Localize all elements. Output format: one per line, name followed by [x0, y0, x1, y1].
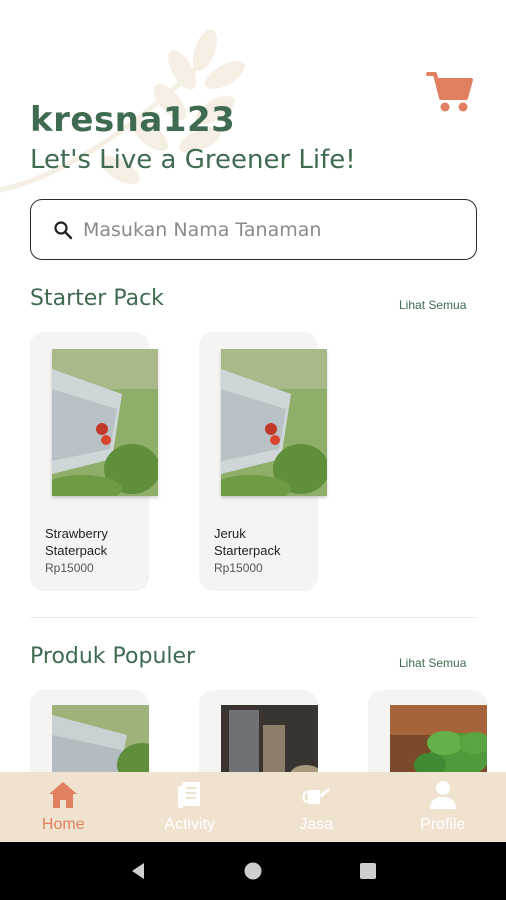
search-icon — [54, 220, 73, 239]
nav-label-profile: Profile — [420, 816, 466, 833]
product-image — [52, 349, 158, 496]
back-triangle-icon — [131, 863, 144, 879]
recents-square-icon — [360, 863, 377, 879]
starter-pack-title: Starter Pack — [30, 286, 164, 311]
popular-title: Produk Populer — [30, 644, 196, 669]
product-name: Strawberry Staterpack — [45, 526, 108, 558]
system-recents-button[interactable] — [354, 857, 382, 885]
product-price: Rp15000 — [45, 561, 94, 575]
cart-icon — [426, 72, 473, 112]
nav-item-jasa[interactable]: Jasa — [253, 772, 380, 842]
nav-label-home: Home — [41, 816, 85, 833]
tagline: Let's Live a Greener Life! — [30, 145, 356, 175]
search-input[interactable] — [83, 218, 443, 241]
home-circle-icon — [244, 862, 262, 880]
home-icon — [49, 782, 78, 808]
nav-label-jasa: Jasa — [299, 816, 334, 833]
document-icon — [177, 782, 200, 808]
starter-pack-see-all-link[interactable]: Lihat Semua — [399, 298, 466, 312]
username: kresna123 — [30, 100, 236, 140]
system-home-button[interactable] — [239, 857, 267, 885]
bottom-navigation: Home Activity Jasa Profile — [0, 772, 506, 842]
product-image — [221, 349, 327, 496]
product-card[interactable]: Strawberry Staterpack Rp15000 — [30, 332, 158, 591]
person-icon — [429, 781, 456, 809]
product-name: Jeruk Starterpack — [214, 526, 281, 558]
popular-see-all-link[interactable]: Lihat Semua — [399, 656, 466, 670]
nav-label-activity: Activity — [164, 816, 216, 833]
nav-item-activity[interactable]: Activity — [127, 772, 254, 842]
search-bar[interactable] — [30, 199, 477, 260]
product-card[interactable]: Jeruk Starterpack Rp15000 — [199, 332, 327, 591]
system-navigation-bar — [0, 842, 506, 900]
nav-item-home[interactable]: Home — [0, 772, 127, 842]
watering-can-icon — [302, 788, 331, 804]
section-divider — [30, 617, 477, 618]
nav-item-profile[interactable]: Profile — [380, 772, 506, 842]
cart-button[interactable] — [426, 70, 474, 114]
system-back-button[interactable] — [124, 857, 152, 885]
product-price: Rp15000 — [214, 561, 263, 575]
